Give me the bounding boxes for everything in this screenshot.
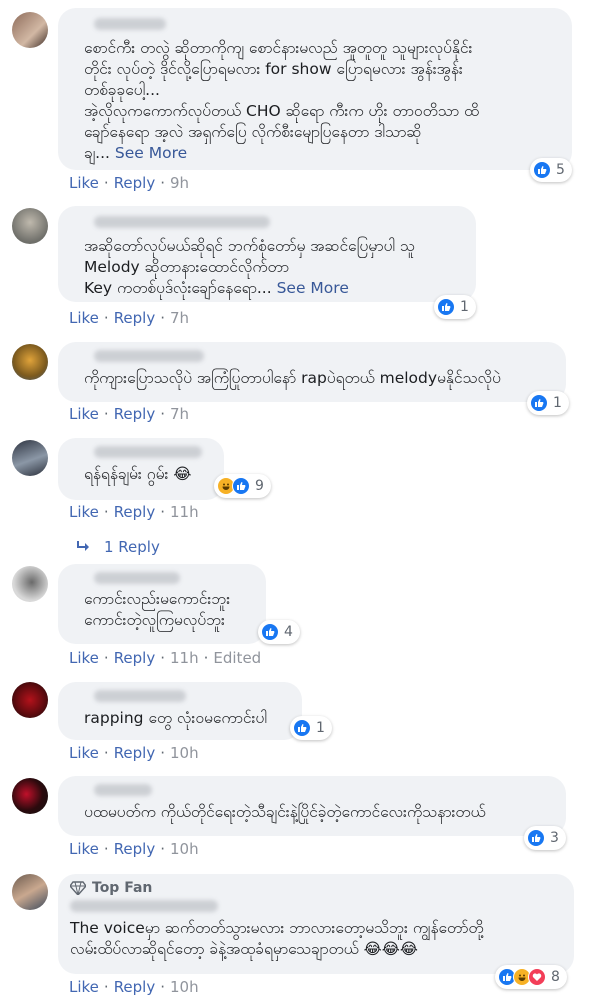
- like-button[interactable]: Like: [69, 174, 99, 192]
- reaction-count: 5: [556, 162, 565, 178]
- commenter-name[interactable]: [94, 784, 152, 796]
- reaction-summary[interactable]: 4: [258, 620, 300, 644]
- comment-bubble: ကိုကျားပြောသလိုပဲ အကြံပြုတာပါနော် rapပဲရ…: [58, 342, 566, 402]
- commenter-name[interactable]: [94, 446, 202, 458]
- reply-button[interactable]: Reply: [114, 405, 156, 423]
- comment-actions: Like · Reply · 7h: [69, 309, 190, 327]
- avatar[interactable]: [12, 440, 48, 476]
- like-reaction-icon: [530, 394, 548, 412]
- comment-text: rapping တွေ လုံးဝမကောင်းပါ: [84, 709, 267, 727]
- reaction-summary[interactable]: 5: [530, 158, 572, 182]
- reply-button[interactable]: Reply: [114, 503, 156, 521]
- timestamp[interactable]: 10h: [170, 744, 199, 762]
- like-button[interactable]: Like: [69, 744, 99, 762]
- timestamp[interactable]: 9h: [170, 174, 189, 192]
- reaction-summary[interactable]: 1: [434, 295, 476, 319]
- reply-button[interactable]: Reply: [114, 174, 156, 192]
- comment-actions: Like · Reply · 7h: [69, 405, 190, 423]
- comment-actions: Like · Reply · 9h: [69, 174, 190, 192]
- timestamp[interactable]: 11h: [170, 649, 199, 667]
- reply-button[interactable]: Reply: [114, 840, 156, 858]
- comment-bubble: ပထမပတ်က ကိုယ်တိုင်ရေးတဲ့သီချင်းနဲ့ပြိုင်…: [58, 776, 566, 836]
- reaction-count: 1: [316, 720, 325, 736]
- comment-text: အဆိုတော်လုပ်မယ်ဆိုရင် ဘက်စုံတော်မှ အဆင်ပ…: [84, 237, 415, 297]
- timestamp[interactable]: 10h: [170, 978, 199, 996]
- comment-actions: Like · Reply · 10h: [69, 840, 199, 858]
- avatar[interactable]: [12, 874, 48, 910]
- comment-actions: Like · Reply · 11h: [69, 503, 199, 521]
- comment-text: ရန်ရန်ချမ်း ဂွမ်း 😂: [84, 465, 192, 483]
- comment-bubble: Top Fan The voiceမှာ ဆက်တတ်သွားမလား ဘာလာ…: [58, 874, 574, 974]
- reply-arrow-icon: [77, 541, 89, 551]
- comment-actions: Like · Reply · 10h: [69, 744, 199, 762]
- reply-button[interactable]: Reply: [114, 744, 156, 762]
- like-button[interactable]: Like: [69, 649, 99, 667]
- avatar[interactable]: [12, 12, 48, 48]
- reaction-count: 8: [551, 969, 560, 985]
- commenter-name[interactable]: [94, 18, 166, 30]
- comment-bubble: စောင်ကီး တလွဲ ဆိုတာကိုကျ စောင်နားမလည် အူ…: [58, 8, 572, 170]
- like-reaction-icon: [232, 477, 250, 495]
- comment-bubble: အဆိုတော်လုပ်မယ်ဆိုရင် ဘက်စုံတော်မှ အဆင်ပ…: [58, 206, 476, 302]
- reaction-summary[interactable]: 3: [524, 826, 566, 850]
- like-button[interactable]: Like: [69, 309, 99, 327]
- avatar[interactable]: [12, 778, 48, 814]
- see-more-link[interactable]: See More: [115, 144, 187, 162]
- like-button[interactable]: Like: [69, 405, 99, 423]
- comment-text: ပထမပတ်က ကိုယ်တိုင်ရေးတဲ့သီချင်းနဲ့ပြိုင်…: [84, 803, 486, 821]
- timestamp[interactable]: 10h: [170, 840, 199, 858]
- comment-text: ကိုကျားပြောသလိုပဲ အကြံပြုတာပါနော် rapပဲရ…: [84, 369, 501, 387]
- commenter-name[interactable]: [94, 572, 180, 584]
- reaction-count: 4: [284, 624, 293, 640]
- commenter-name[interactable]: [94, 216, 270, 228]
- diamond-icon: [70, 881, 86, 895]
- avatar[interactable]: [12, 208, 48, 244]
- commenter-name[interactable]: [94, 690, 186, 702]
- comment-actions: Like · Reply · 10h: [69, 978, 199, 996]
- view-replies-link[interactable]: 1 Reply: [76, 538, 160, 556]
- reaction-summary[interactable]: 8: [495, 965, 567, 989]
- reaction-summary[interactable]: 9: [214, 474, 271, 498]
- top-fan-label: Top Fan: [92, 880, 153, 896]
- like-reaction-icon: [527, 829, 545, 847]
- timestamp[interactable]: 11h: [170, 503, 199, 521]
- reaction-count: 1: [553, 395, 562, 411]
- love-reaction-icon: [528, 968, 546, 986]
- like-button[interactable]: Like: [69, 978, 99, 996]
- commenter-name[interactable]: [70, 900, 218, 912]
- comment-bubble: rapping တွေ လုံးဝမကောင်းပါ: [58, 682, 302, 740]
- avatar[interactable]: [12, 344, 48, 380]
- reaction-summary[interactable]: 1: [527, 391, 569, 415]
- comment-text: ကောင်းလည်းမကောင်းဘူး ကောင်းတဲ့လူကြမလုပ်ဘ…: [84, 590, 231, 629]
- edited-label[interactable]: Edited: [213, 649, 261, 667]
- comment-bubble: ရန်ရန်ချမ်း ဂွမ်း 😂: [58, 438, 224, 500]
- like-reaction-icon: [261, 623, 279, 641]
- comment-text: The voiceမှာ ဆက်တတ်သွားမလား ဘာလားတော့မသိ…: [70, 919, 484, 958]
- avatar[interactable]: [12, 566, 48, 602]
- view-replies-label[interactable]: 1 Reply: [104, 538, 160, 556]
- like-button[interactable]: Like: [69, 840, 99, 858]
- see-more-link[interactable]: See More: [277, 279, 349, 297]
- like-reaction-icon: [533, 161, 551, 179]
- reply-button[interactable]: Reply: [114, 978, 156, 996]
- top-fan-badge[interactable]: Top Fan: [70, 880, 560, 896]
- reaction-count: 1: [460, 299, 469, 315]
- reply-button[interactable]: Reply: [114, 649, 156, 667]
- reaction-count: 9: [255, 478, 264, 494]
- like-button[interactable]: Like: [69, 503, 99, 521]
- comment-bubble: ကောင်းလည်းမကောင်းဘူး ကောင်းတဲ့လူကြမလုပ်ဘ…: [58, 564, 266, 644]
- like-reaction-icon: [293, 719, 311, 737]
- reply-button[interactable]: Reply: [114, 309, 156, 327]
- commenter-name[interactable]: [94, 350, 204, 362]
- comment-actions: Like · Reply · 11h · Edited: [69, 649, 262, 667]
- reaction-summary[interactable]: 1: [290, 716, 332, 740]
- reaction-count: 3: [550, 830, 559, 846]
- avatar[interactable]: [12, 682, 48, 718]
- comment-text: စောင်ကီး တလွဲ ဆိုတာကိုကျ စောင်နားမလည် အူ…: [84, 39, 479, 162]
- timestamp[interactable]: 7h: [170, 405, 189, 423]
- timestamp[interactable]: 7h: [170, 309, 189, 327]
- like-reaction-icon: [437, 298, 455, 316]
